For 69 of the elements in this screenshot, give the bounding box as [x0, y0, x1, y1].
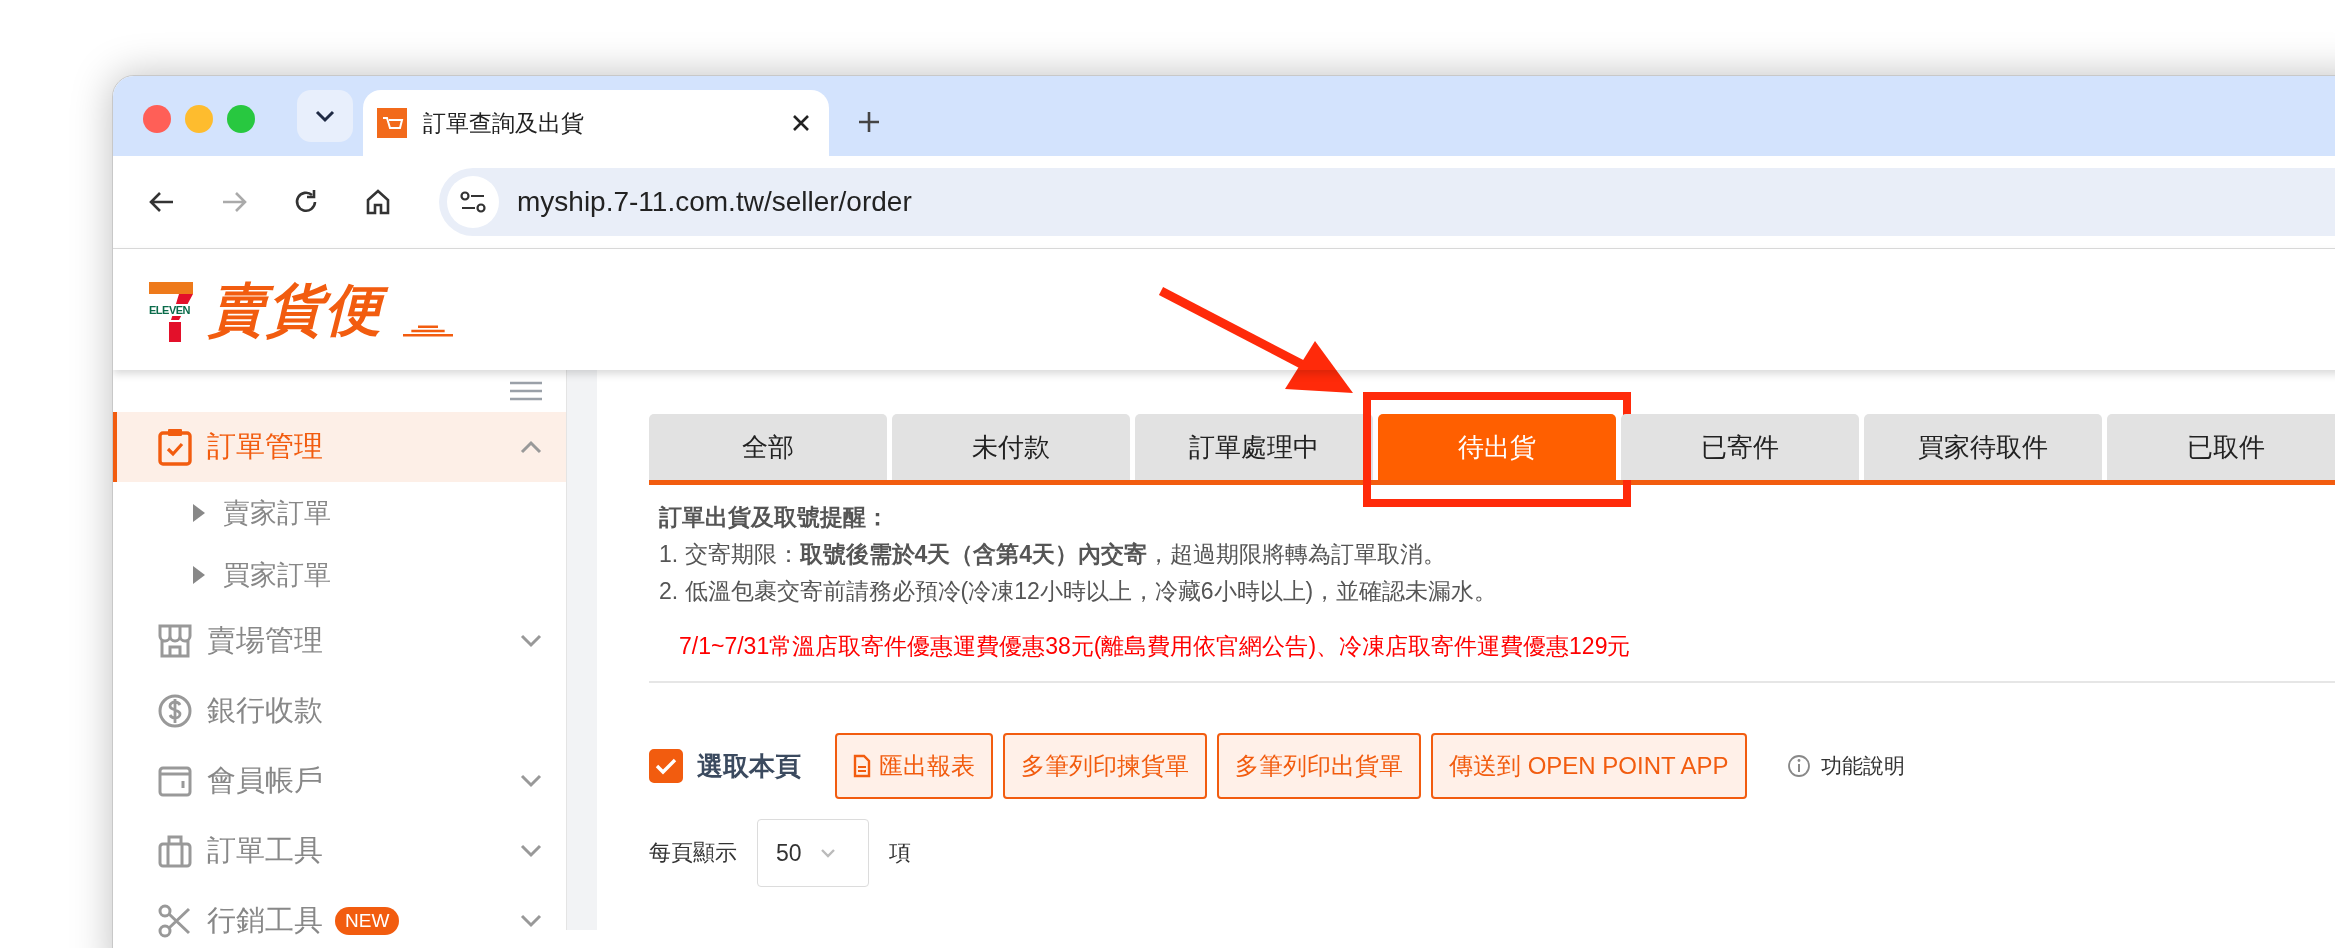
checkbox[interactable]	[649, 749, 683, 783]
status-tab[interactable]: 未付款	[892, 414, 1130, 480]
notice-title: 訂單出貨及取號提醒：	[659, 503, 890, 532]
notice-text: 2. 低溫包裹交寄前請務必預冷(冷凍12小時以上，冷藏6小時以上)，並確認未漏水。	[659, 577, 1499, 606]
close-window-button[interactable]	[143, 105, 171, 133]
briefcase-icon	[157, 833, 193, 869]
sidebar-item[interactable]: 會員帳戶	[113, 746, 566, 816]
chevron-down-icon	[314, 109, 336, 123]
action-button[interactable]: 多筆列印出貨單	[1217, 733, 1421, 799]
sidebar-subitem[interactable]: 買家訂單	[113, 544, 566, 606]
status-tab[interactable]: 全部	[649, 414, 887, 480]
browser-tab[interactable]: 訂單查詢及出貨	[363, 90, 829, 156]
chevron-down-icon	[520, 844, 542, 858]
sidebar-label: 會員帳戶	[207, 763, 323, 798]
url-text: myship.7-11.com.tw/seller/order	[517, 186, 912, 218]
chevron-down-icon	[520, 634, 542, 648]
sidebar-label: 賣場管理	[207, 623, 323, 658]
address-bar[interactable]: myship.7-11.com.tw/seller/order	[439, 168, 2335, 236]
per-page-unit: 項	[889, 839, 911, 867]
chevron-down-icon	[520, 914, 542, 928]
sidebar-label: 訂單工具	[207, 833, 323, 868]
status-tab[interactable]: 買家待取件	[1864, 414, 2102, 480]
chevron-down-icon	[520, 774, 542, 788]
sidebar-item[interactable]: 行銷工具 NEW	[113, 886, 566, 948]
triangle-right-icon	[193, 566, 205, 584]
cart-icon	[377, 108, 407, 138]
dollar-coin-icon	[157, 693, 193, 729]
sidebar-label: 訂單管理	[207, 429, 323, 464]
triangle-right-icon	[193, 504, 205, 522]
chevron-up-icon	[520, 440, 542, 454]
logo-text: 賣貨便	[203, 273, 397, 346]
document-icon	[853, 754, 871, 778]
sidebar-subitem[interactable]: 賣家訂單	[113, 482, 566, 544]
storefront-icon	[157, 623, 193, 659]
sidebar-item[interactable]: 訂單工具	[113, 816, 566, 886]
sidebar-item[interactable]: 賣場管理	[113, 606, 566, 676]
info-icon[interactable]	[1786, 754, 1811, 778]
per-page-label: 每頁顯示	[649, 839, 737, 867]
sidebar-item[interactable]: 訂單管理	[113, 412, 566, 482]
action-button[interactable]: 多筆列印揀貨單	[1003, 733, 1207, 799]
sidebar-label: 賣家訂單	[223, 497, 331, 530]
help-link[interactable]: 功能說明	[1820, 752, 1905, 780]
promo-text: 7/1~7/31常溫店取寄件優惠運費優惠38元(離島費用依官網公告)、冷凍店取寄件運費優惠129元	[679, 632, 1632, 661]
checkmark-icon	[655, 757, 677, 775]
notice-text: 1. 交寄期限：取號後需於4天（含第4天）內交寄，超過期限將轉為訂單取消。	[659, 540, 1448, 569]
status-tab[interactable]: 待出貨	[1378, 414, 1616, 480]
new-badge: NEW	[335, 907, 400, 935]
sidebar-label: 買家訂單	[223, 559, 331, 592]
site-settings-icon[interactable]	[447, 176, 499, 228]
status-tab[interactable]: 已寄件	[1621, 414, 1859, 480]
sidebar-item[interactable]: 銀行收款	[113, 676, 566, 746]
tab-title: 訂單查詢及出貨	[423, 108, 585, 138]
sidebar-label: 行銷工具	[207, 903, 323, 938]
page-size-select[interactable]: 50	[757, 819, 869, 887]
status-tab[interactable]: 已取件	[2107, 414, 2335, 480]
close-icon[interactable]	[791, 113, 811, 133]
clipboard-check-icon	[157, 427, 193, 467]
sidebar-label: 銀行收款	[207, 693, 323, 728]
status-tab[interactable]: 訂單處理中	[1135, 414, 1373, 480]
action-button[interactable]: 傳送到 OPEN POINT APP	[1431, 733, 1747, 799]
speed-lines-icon	[403, 323, 453, 338]
new-tab-icon[interactable]	[857, 110, 881, 134]
checkbox-label: 選取本頁	[697, 749, 801, 783]
brand-text: ELEVEN	[149, 303, 190, 316]
export-button[interactable]: 匯出報表	[835, 733, 993, 799]
chevron-down-icon	[819, 848, 836, 858]
scissors-icon	[157, 903, 193, 939]
menu-icon[interactable]	[510, 381, 542, 401]
tab-list-button[interactable]	[297, 90, 353, 142]
